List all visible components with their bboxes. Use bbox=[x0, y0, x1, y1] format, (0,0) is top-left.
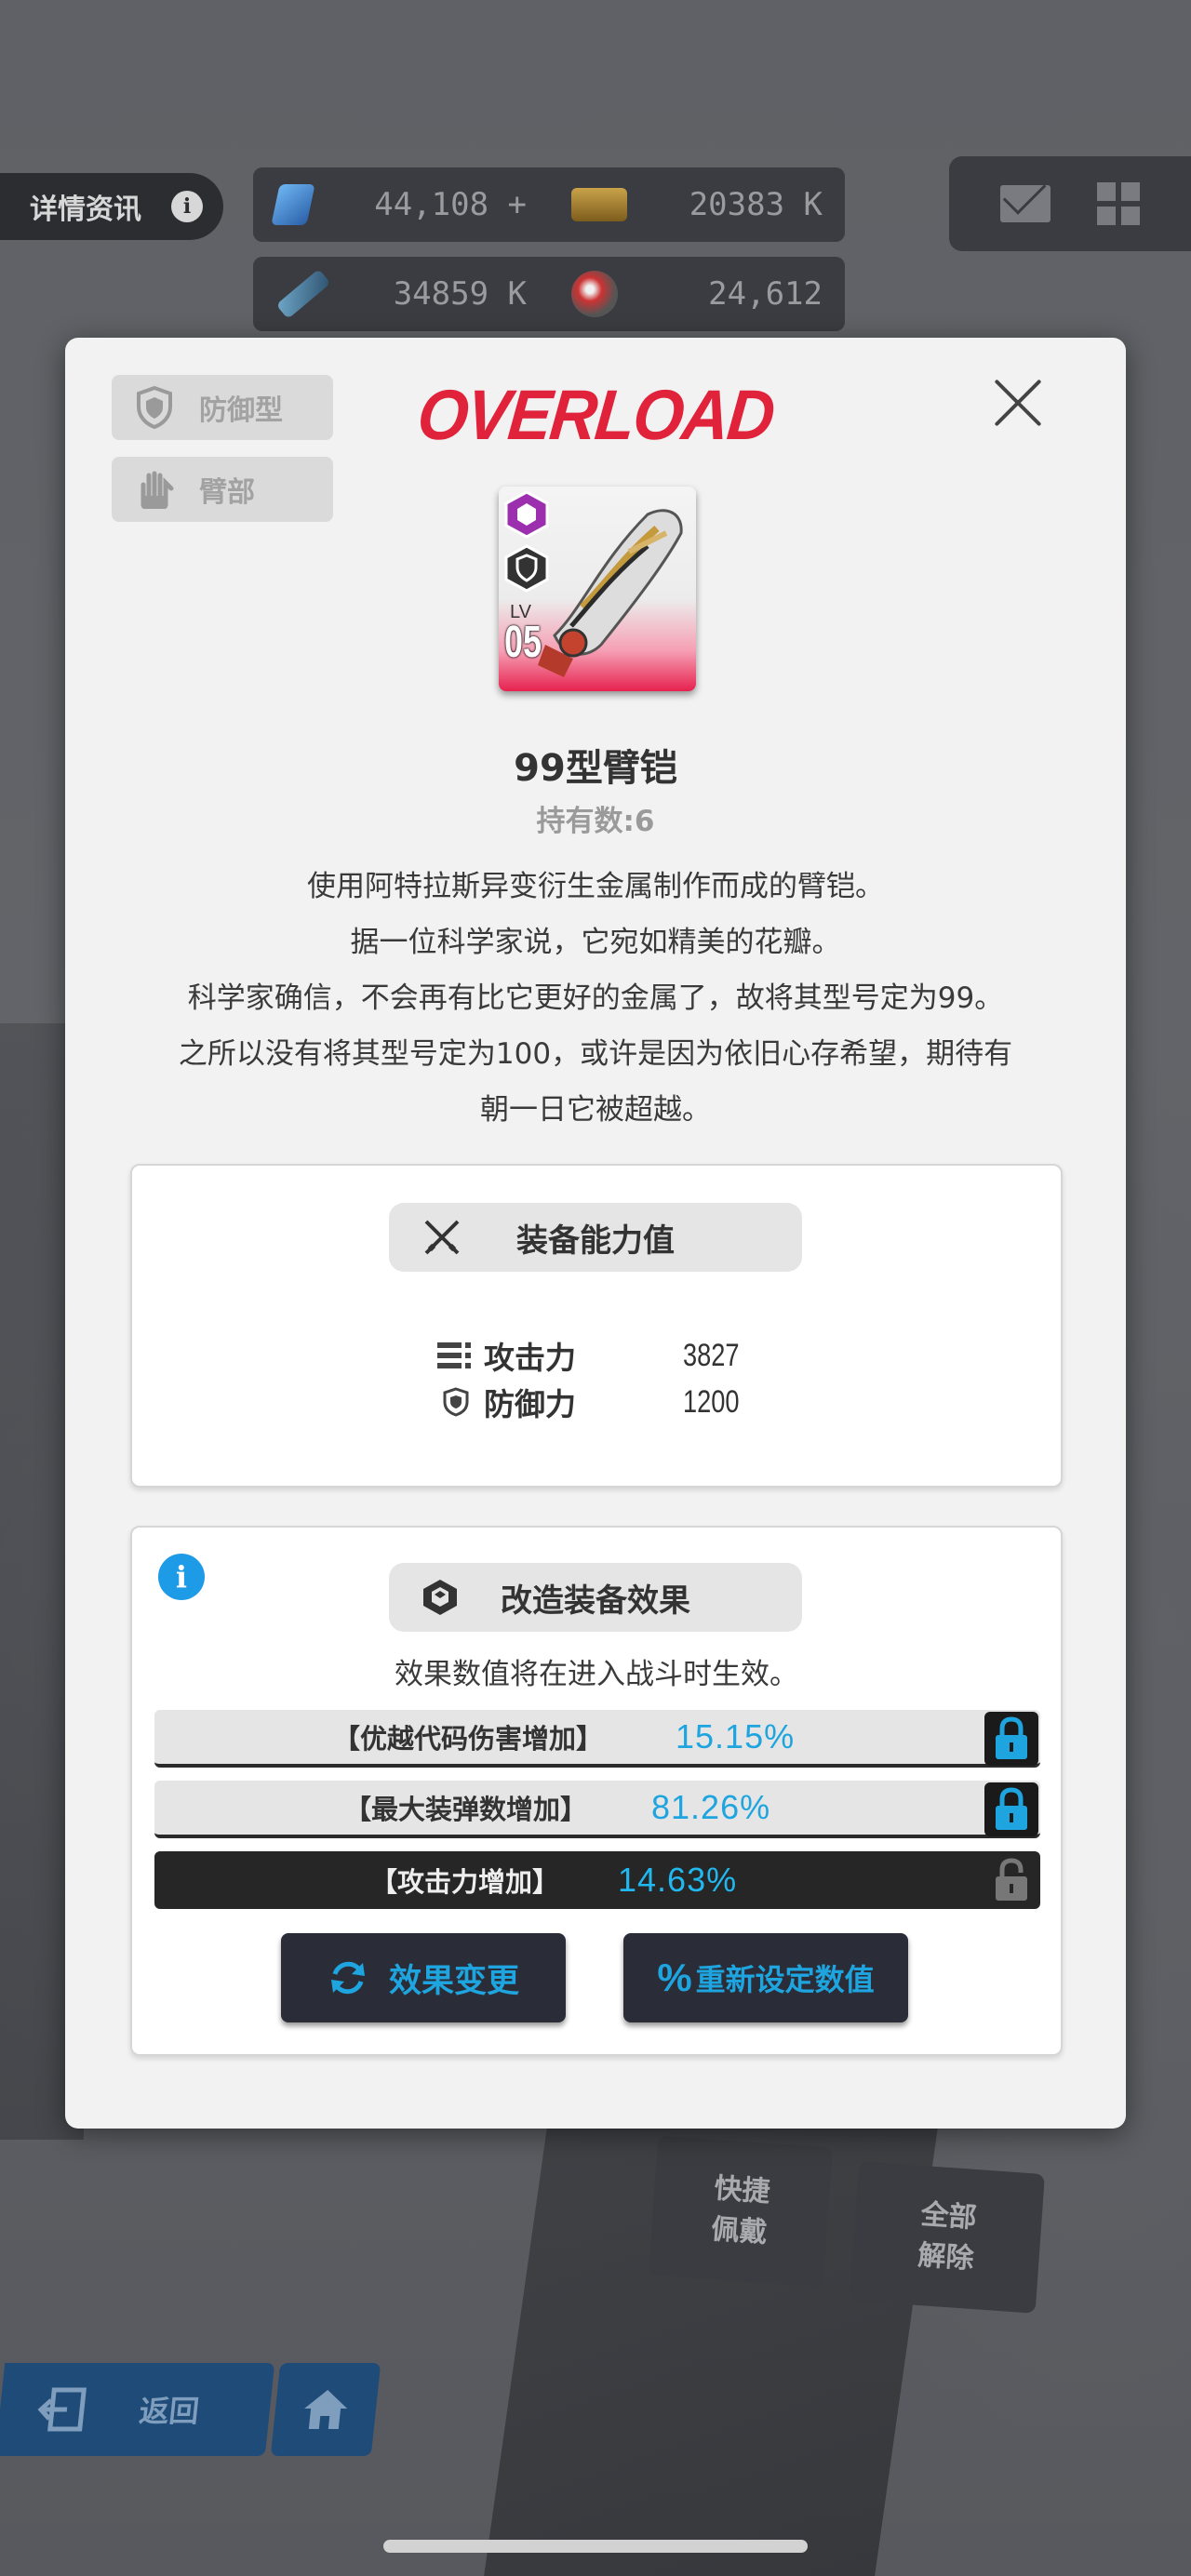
overload-logo: OVERLOAD bbox=[414, 376, 777, 455]
effect-value: 14.63% bbox=[618, 1861, 738, 1899]
reset-values-label: 重新设定数值 bbox=[695, 1962, 875, 1997]
remove-all-button[interactable]: 全部 解除 bbox=[850, 2161, 1045, 2314]
attack-icon bbox=[435, 1339, 476, 1372]
quick-equip-label: 快捷 佩戴 bbox=[710, 2172, 771, 2249]
mail-icon[interactable] bbox=[1000, 185, 1050, 222]
lock-closed-icon bbox=[996, 1716, 1027, 1759]
top-right-menu bbox=[949, 156, 1191, 251]
resource-gems[interactable]: 44,108 + bbox=[253, 184, 549, 225]
mod-panel-title: 改造装备效果 bbox=[389, 1563, 802, 1632]
details-info-button[interactable]: 详情资讯 i bbox=[0, 173, 223, 240]
equipment-name: 99型臂铠 bbox=[514, 747, 677, 790]
stat-defense: 防御力 1200 bbox=[435, 1380, 740, 1424]
resource-credits-value: 20383 K bbox=[689, 186, 823, 223]
info-icon: i bbox=[171, 191, 203, 222]
defense-value: 1200 bbox=[683, 1383, 740, 1420]
currency-row-2: 34859 K 24,612 bbox=[253, 257, 845, 331]
back-label: 返回 bbox=[137, 2394, 201, 2429]
change-effect-button[interactable]: 效果变更 bbox=[281, 1933, 566, 2022]
description-line: 科学家确信，不会再有比它更好的金属了，故将其型号定为99。 bbox=[187, 981, 1004, 1015]
level-value: 05 bbox=[504, 618, 542, 667]
percent-icon: % bbox=[657, 1955, 692, 1999]
info-icon[interactable]: i bbox=[158, 1554, 205, 1600]
effect-row-3[interactable]: 【攻击力增加】 14.63% bbox=[154, 1851, 1040, 1909]
effect-value: 81.26% bbox=[651, 1788, 771, 1826]
blue-crystal-icon bbox=[271, 184, 315, 225]
equipment-detail-modal: 防御型 臂部 OVERLOAD LV 05 99型臂铠 持有数:6 使用阿特拉斯… bbox=[65, 338, 1126, 2129]
mod-title-text: 改造装备效果 bbox=[501, 1582, 690, 1620]
remove-all-label: 全部 解除 bbox=[917, 2198, 978, 2276]
defender-class-icon bbox=[504, 544, 549, 593]
details-info-label: 详情资讯 bbox=[30, 194, 141, 226]
refresh-icon bbox=[330, 1961, 365, 1995]
stats-title-text: 装备能力值 bbox=[516, 1221, 675, 1260]
description-line: 之所以没有将其型号定为100，或许是因为依旧心存希望，期待有 bbox=[178, 1037, 1013, 1071]
attack-label: 攻击力 bbox=[484, 1340, 576, 1376]
change-effect-label: 效果变更 bbox=[388, 1962, 519, 2000]
stats-panel-title: 装备能力值 bbox=[389, 1203, 802, 1272]
resource-core-dust-value: 24,612 bbox=[708, 275, 823, 313]
effect-row-1[interactable]: 【优越代码伤害增加】 15.15% bbox=[154, 1710, 1040, 1768]
description-line: 朝一日它被超越。 bbox=[480, 1093, 711, 1127]
equipment-stats-panel: 装备能力值 攻击力 3827 防御力 1200 bbox=[130, 1164, 1063, 1488]
resource-gems-value: 44,108 + bbox=[374, 186, 527, 223]
resource-credits[interactable]: 20383 K bbox=[549, 186, 845, 223]
effect-value: 15.15% bbox=[676, 1717, 796, 1755]
credit-card-icon bbox=[571, 188, 627, 221]
resource-core-dust[interactable]: 24,612 bbox=[549, 271, 845, 317]
defense-label: 防御力 bbox=[484, 1386, 576, 1422]
home-button[interactable] bbox=[270, 2363, 381, 2456]
resource-battle-data-value: 34859 K bbox=[393, 275, 527, 313]
grid-menu-icon[interactable] bbox=[1097, 182, 1140, 225]
mod-effect-note: 效果数值将在进入战斗时生效。 bbox=[395, 1658, 798, 1691]
lock-toggle[interactable] bbox=[984, 1782, 1038, 1836]
lock-open-icon bbox=[996, 1858, 1027, 1901]
home-icon bbox=[304, 2390, 348, 2429]
close-button[interactable] bbox=[990, 375, 1046, 431]
owned-count: 持有数:6 bbox=[536, 805, 655, 838]
crossed-swords-icon bbox=[421, 1216, 463, 1259]
overload-cube-icon bbox=[419, 1576, 462, 1619]
equipment-card: LV 05 bbox=[499, 487, 696, 691]
rarity-icon bbox=[504, 490, 549, 539]
equipment-description: 使用阿特拉斯异变衍生金属制作而成的臂铠。 据一位科学家说，它宛如精美的花瓣。 科… bbox=[102, 859, 1089, 1138]
effect-label: 【最大装弹数增加】 bbox=[344, 1794, 588, 1825]
battle-data-icon bbox=[275, 269, 331, 319]
stat-attack: 攻击力 3827 bbox=[435, 1333, 740, 1378]
effect-row-2[interactable]: 【最大装弹数增加】 81.26% bbox=[154, 1781, 1040, 1838]
quick-equip-button[interactable]: 快捷 佩戴 bbox=[648, 2135, 834, 2288]
core-dust-icon bbox=[571, 271, 618, 317]
reset-values-button[interactable]: % 重新设定数值 bbox=[623, 1933, 908, 2022]
back-button[interactable]: 返回 bbox=[0, 2363, 275, 2456]
resource-battle-data[interactable]: 34859 K bbox=[253, 269, 549, 319]
description-line: 据一位科学家说，它宛如精美的花瓣。 bbox=[350, 926, 841, 959]
lock-toggle[interactable] bbox=[984, 1853, 1038, 1907]
home-indicator-bar[interactable] bbox=[383, 2540, 808, 2553]
exit-icon bbox=[37, 2387, 87, 2432]
currency-row-1: 44,108 + 20383 K bbox=[253, 167, 845, 242]
shield-icon bbox=[435, 1385, 476, 1419]
type-tag-arm: 臂部 bbox=[112, 457, 333, 522]
lock-toggle[interactable] bbox=[984, 1712, 1038, 1766]
description-line: 使用阿特拉斯异变衍生金属制作而成的臂铠。 bbox=[307, 870, 884, 903]
modification-effects-panel: i 改造装备效果 效果数值将在进入战斗时生效。 【优越代码伤害增加】 15.15… bbox=[130, 1526, 1063, 2056]
effect-label: 【攻击力增加】 bbox=[370, 1866, 560, 1898]
lock-closed-icon bbox=[996, 1787, 1027, 1830]
effect-label: 【优越代码伤害增加】 bbox=[333, 1723, 604, 1755]
attack-value: 3827 bbox=[683, 1337, 740, 1373]
slot-tag-label: 臂部 bbox=[199, 476, 255, 509]
gauntlet-icon bbox=[134, 467, 175, 512]
